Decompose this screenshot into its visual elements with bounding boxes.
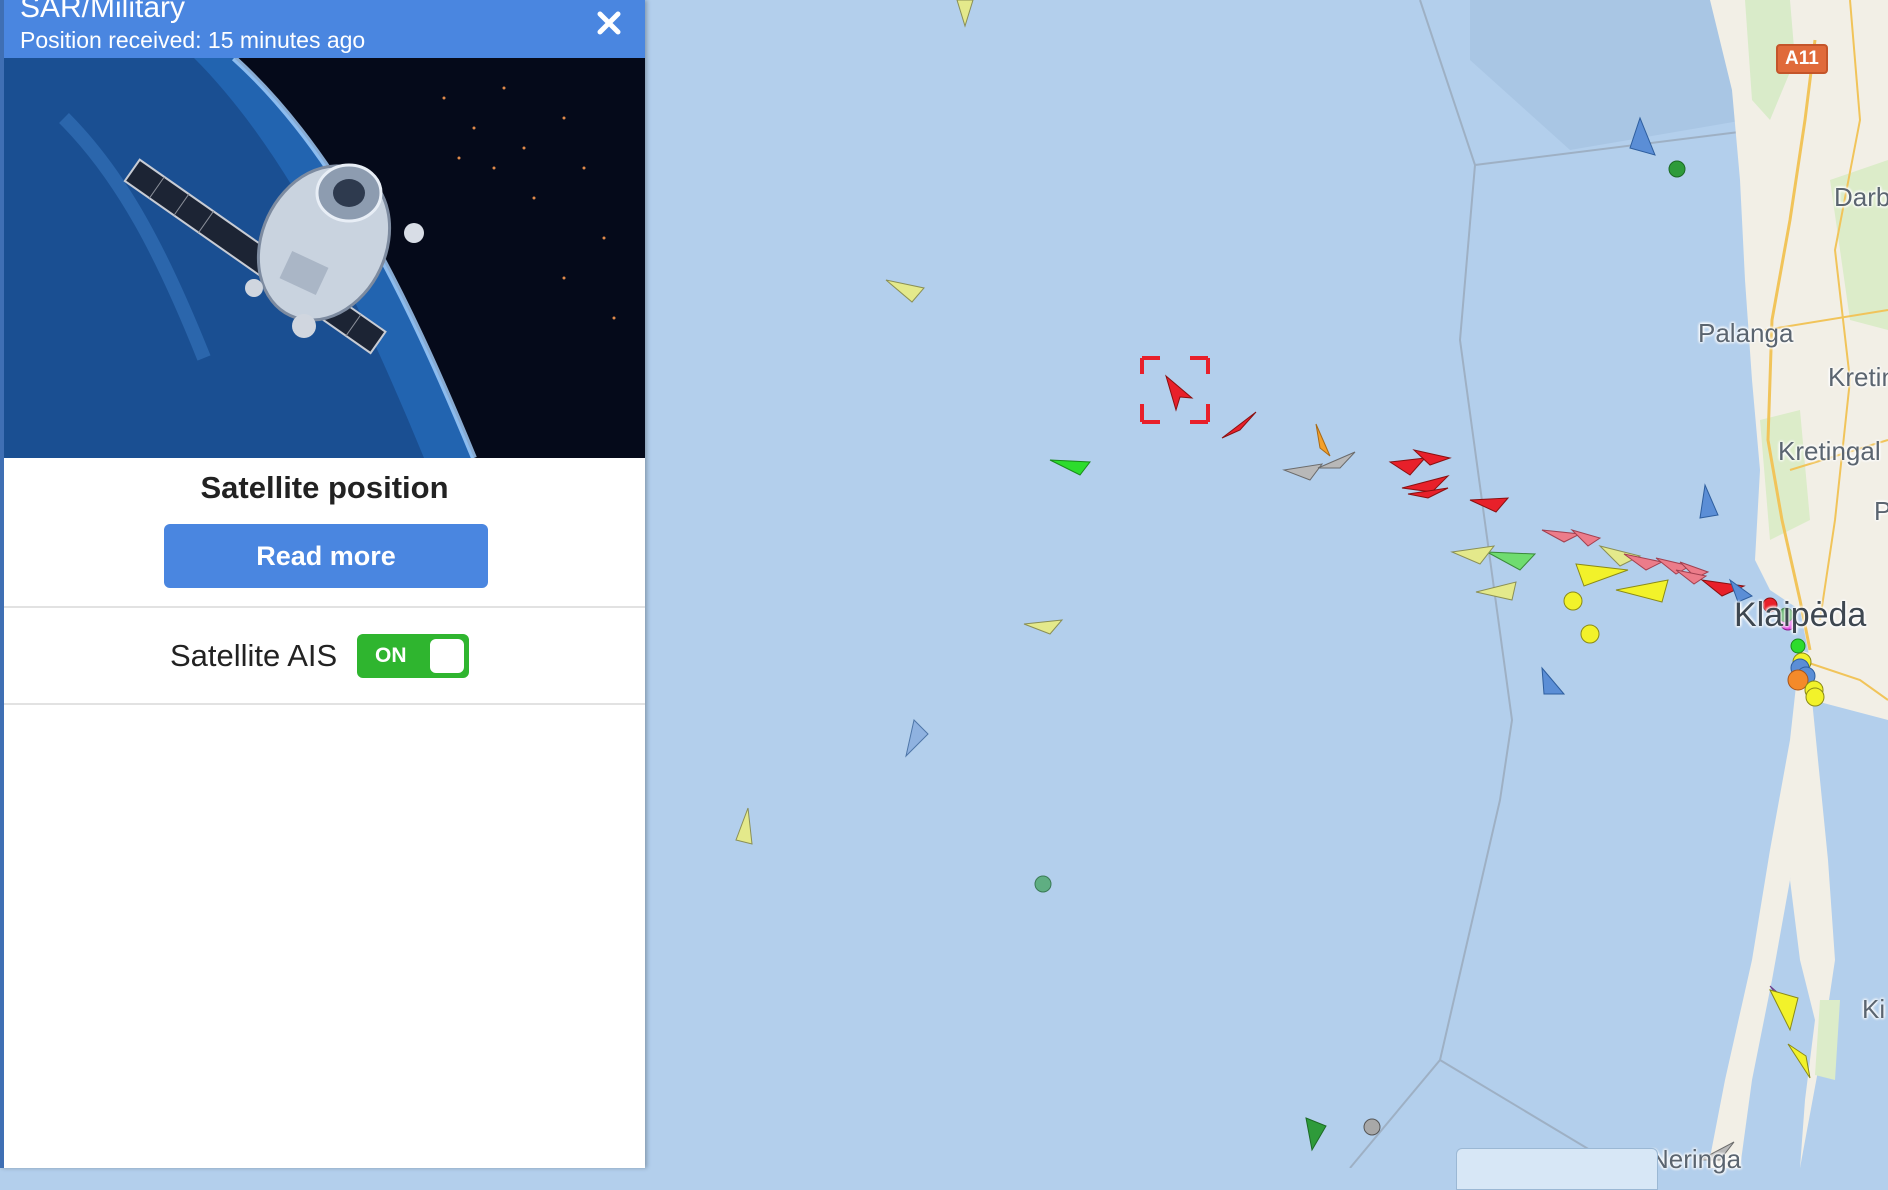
satellite-image — [4, 58, 645, 458]
vessel-dot — [1034, 875, 1052, 893]
card-title: Satellite position — [200, 470, 449, 505]
place-label-ki: Ki — [1862, 994, 1886, 1024]
road-badge-a11: A11 — [1776, 44, 1828, 74]
vessel-dot — [1580, 624, 1600, 644]
close-icon — [597, 11, 621, 35]
toggle-knob — [430, 639, 464, 673]
panel-header: SAR/Military Position received: 15 minut… — [4, 0, 645, 58]
place-label-kretin: Kretin — [1828, 362, 1888, 392]
toggle-state-text: ON — [375, 644, 407, 667]
map-bottom-control[interactable] — [1456, 1148, 1658, 1190]
read-more-button[interactable]: Read more — [164, 524, 488, 588]
satellite-ais-toggle[interactable]: ON — [357, 634, 469, 678]
vessel-dot — [1790, 638, 1806, 654]
vessel-info-panel: SAR/Military Position received: 15 minut… — [0, 0, 645, 1168]
vessel-dot — [1668, 160, 1686, 178]
place-label-p: P — [1874, 496, 1888, 526]
divider — [4, 703, 645, 705]
place-label-kretingal: Kretingal — [1778, 436, 1881, 466]
panel-title: SAR/Military — [20, 0, 186, 24]
place-label-klaipeda: Klaipėda — [1734, 596, 1867, 634]
vessel-dot — [1563, 591, 1583, 611]
divider — [4, 606, 645, 608]
place-label-neringa: Neringa — [1650, 1144, 1742, 1174]
satellite-ais-label: Satellite AIS — [170, 638, 338, 673]
close-button[interactable] — [592, 6, 626, 40]
position-received-text: Position received: 15 minutes ago — [20, 27, 366, 53]
vessel-dot — [1805, 687, 1825, 707]
place-label-darb: Darb — [1834, 182, 1888, 212]
place-label-palanga: Palanga — [1698, 318, 1794, 348]
vessel-dot — [1363, 1118, 1381, 1136]
